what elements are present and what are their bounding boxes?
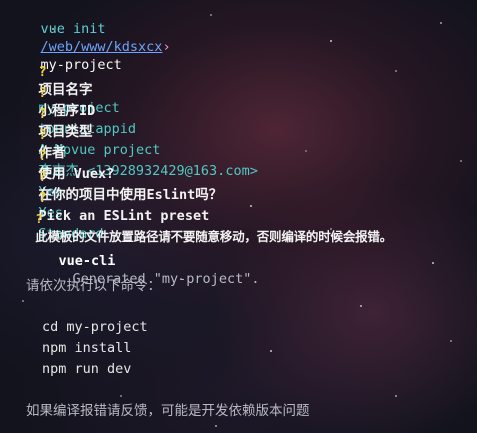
question-line: ? 在你的项目中使用Eslint吗？ Yes bbox=[6, 150, 223, 221]
question-line: ? 项目名字 my-project bbox=[6, 45, 120, 116]
generated-line: vue-cli Generated "my-project". bbox=[26, 234, 260, 287]
question-line: ? 小程序ID touristappid bbox=[6, 66, 137, 137]
prompt-command: vue init bbox=[40, 21, 106, 37]
command-line: npm run dev bbox=[42, 361, 132, 377]
command-line: cd my-project bbox=[42, 319, 148, 335]
instructions-title: 请依次执行以下命令： bbox=[26, 278, 161, 294]
question-line: ? 此模板的文件放置路径请不要随意移动，否则编译的时候会报错。 bbox=[6, 192, 392, 244]
command-line: npm install bbox=[42, 340, 132, 356]
footer-note: 如果编译报错请反馈，可能是开发依赖版本问题 bbox=[26, 403, 310, 419]
question-line: ? 项目类型 A Mpvue project bbox=[6, 87, 161, 158]
question-line: ? 使用 Vuex? Yes bbox=[6, 129, 115, 200]
question-mark: ? bbox=[35, 211, 43, 226]
generator-tool: vue-cli bbox=[58, 253, 116, 269]
prompt-line: vue init /web/www/kdsxcx› my-project bbox=[8, 2, 171, 73]
question-label: Pick an ESLint preset bbox=[38, 208, 210, 224]
question-line: ? Pick an ESLint preset Standard bbox=[6, 171, 210, 242]
question-line: ? 作者 李志杰 <13928932429@163.com> bbox=[6, 108, 258, 179]
prompt-arrow-icon: › bbox=[162, 39, 171, 55]
